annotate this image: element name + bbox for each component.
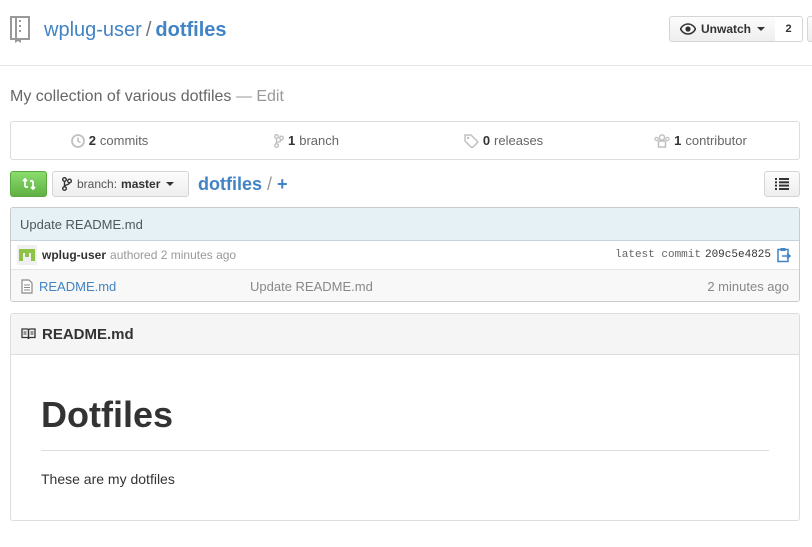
file-browser: Update README.md wplug-user authored 2 m…	[10, 207, 800, 302]
repo-name-link[interactable]: dotfiles	[155, 19, 226, 41]
commits-count: 2	[88, 133, 96, 148]
repo-icon	[10, 16, 30, 43]
description-text: My collection of various dotfiles	[10, 88, 232, 105]
repo-stats-bar: 2 commits 1 branch 0 releases 1 contribu…	[10, 121, 800, 160]
chevron-down-icon	[166, 182, 175, 186]
breadcrumb-root-link[interactable]: dotfiles	[198, 174, 262, 194]
commits-label: commits	[99, 133, 149, 148]
compare-icon	[21, 177, 36, 191]
branch-icon	[62, 177, 72, 191]
branch-selector-button[interactable]: branch: master	[52, 171, 189, 197]
breadcrumb: dotfiles / +	[198, 173, 288, 195]
new-file-button[interactable]: +	[277, 174, 288, 194]
readme-heading: Dotfiles	[41, 395, 769, 451]
readme-panel: README.md Dotfiles These are my dotfiles	[10, 313, 800, 521]
history-icon	[70, 133, 85, 148]
branches-count: 1	[288, 133, 296, 148]
star-button[interactable]	[807, 16, 812, 42]
commit-meta: wplug-user authored 2 minutes ago latest…	[11, 241, 799, 270]
file-age: 2 minutes ago	[707, 278, 789, 294]
commit-message-link[interactable]: Update README.md	[20, 217, 143, 232]
readme-filename: README.md	[42, 325, 134, 343]
book-icon	[21, 328, 36, 340]
readme-paragraph: These are my dotfiles	[41, 471, 175, 487]
repo-description: My collection of various dotfiles — Edit	[10, 87, 284, 107]
organization-icon	[654, 133, 670, 148]
compare-button[interactable]	[10, 171, 47, 197]
breadcrumb-separator: /	[267, 174, 273, 194]
file-name-link[interactable]: README.md	[39, 279, 116, 294]
eye-icon	[680, 23, 696, 35]
branches-stat[interactable]: 1 branch	[208, 122, 405, 159]
commits-stat[interactable]: 2 commits	[11, 122, 208, 159]
list-icon	[775, 178, 789, 190]
latest-commit-label: latest commit	[615, 249, 701, 261]
tag-icon	[464, 133, 479, 148]
contributors-count: 1	[674, 133, 682, 148]
releases-count: 0	[482, 133, 491, 148]
unwatch-button[interactable]: Unwatch	[669, 16, 776, 42]
edit-description-link[interactable]: — Edit	[236, 88, 284, 105]
commit-sha-link[interactable]: 209c5e4825	[705, 249, 771, 261]
readme-body: Dotfiles These are my dotfiles	[11, 355, 799, 489]
branches-label: branch	[299, 133, 339, 148]
releases-stat[interactable]: 0 releases	[405, 122, 602, 159]
unwatch-label: Unwatch	[701, 22, 752, 36]
readme-header: README.md	[11, 314, 799, 355]
repo-owner-link[interactable]: wplug-user	[44, 19, 142, 41]
file-row: README.md Update README.md 2 minutes ago	[11, 270, 799, 301]
commit-author-link[interactable]: wplug-user	[42, 248, 106, 262]
latest-commit-info: latest commit 209c5e4825	[615, 249, 771, 261]
repo-header: wplug-user / dotfiles Unwatch 2	[0, 0, 812, 66]
file-commit-message-link[interactable]: Update README.md	[250, 279, 373, 294]
latest-commit-message: Update README.md	[11, 208, 799, 241]
branch-name: master	[121, 177, 161, 191]
repo-title: wplug-user / dotfiles	[44, 18, 227, 42]
avatar[interactable]	[17, 245, 37, 265]
commit-authored-time: authored 2 minutes ago	[110, 248, 237, 262]
releases-label: releases	[494, 133, 544, 148]
branch-label: branch:	[77, 177, 118, 191]
watchers-count[interactable]: 2	[775, 16, 803, 42]
file-text-icon	[21, 279, 33, 294]
chevron-down-icon	[757, 27, 766, 31]
clipboard-icon[interactable]	[777, 247, 791, 263]
contributors-stat[interactable]: 1 contributor	[602, 122, 799, 159]
file-list-toggle-button[interactable]	[764, 171, 800, 197]
repo-separator: /	[145, 19, 152, 41]
branch-icon	[274, 133, 284, 148]
contributors-label: contributor	[685, 133, 747, 148]
